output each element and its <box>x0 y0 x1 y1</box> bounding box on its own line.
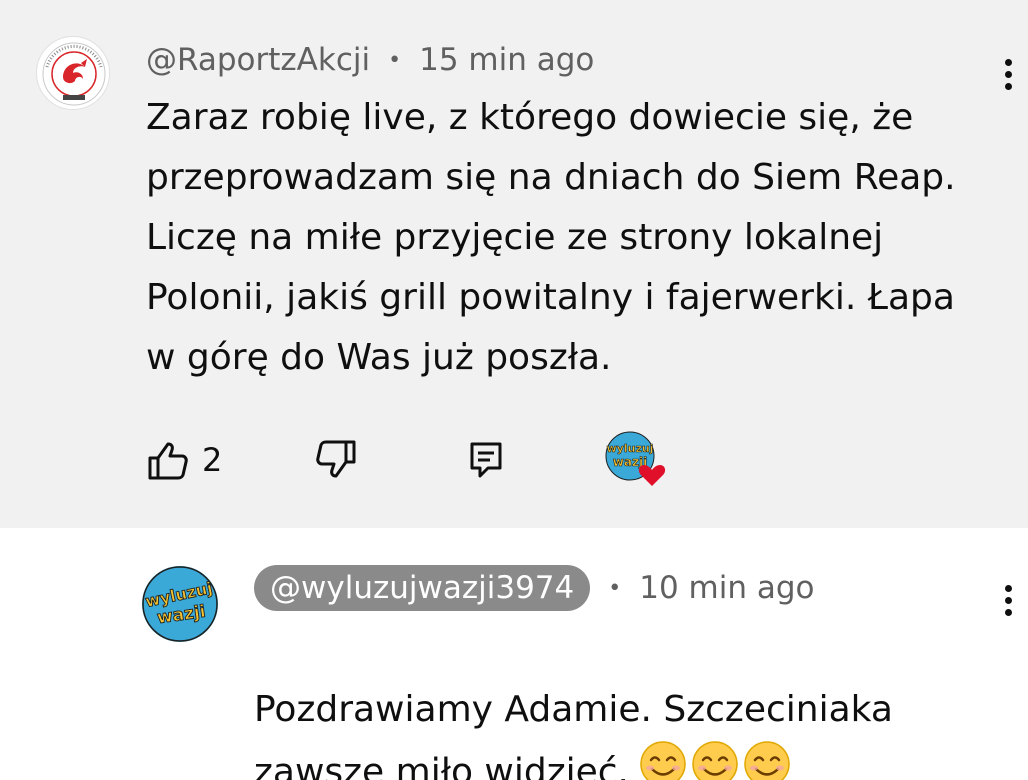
separator-dot: • <box>388 47 402 73</box>
like-count: 2 <box>202 441 223 479</box>
thumbs-down-icon <box>316 440 356 478</box>
smiling-face-emoji <box>743 740 791 780</box>
comment-action-bar: 2 wyluzuj wazji <box>146 430 746 490</box>
comment-text: Pozdrawiamy Adamie. Szczeciniaka zawsze … <box>254 689 893 780</box>
separator-dot: • <box>608 575 622 601</box>
thumbs-up-icon <box>148 442 188 480</box>
svg-text:wyluzuj: wyluzuj <box>607 442 654 455</box>
comment-header: @wyluzujwazji3974 • 10 min ago <box>254 564 814 612</box>
comment-timestamp: 10 min ago <box>639 570 815 606</box>
comment-timestamp: 15 min ago <box>419 42 595 78</box>
emoji-list <box>639 740 795 780</box>
comment-text-container: Pozdrawiamy Adamie. Szczeciniaka zawsze … <box>254 620 954 780</box>
dislike-button[interactable] <box>314 430 358 490</box>
reply-comment: wyluzuj wazji @wyluzujwazji3974 • 10 min… <box>0 528 1028 780</box>
avatar[interactable]: wyluzuj wazji <box>142 566 218 642</box>
wyluzuj-logo-icon: wyluzuj wazji <box>142 566 218 642</box>
author-handle[interactable]: @wyluzujwazji3974 <box>254 565 591 611</box>
reply-icon <box>470 442 502 478</box>
comment-text: Zaraz robię live, z którego dowiecie się… <box>146 97 956 378</box>
emoji-row <box>639 740 795 780</box>
raport-logo-icon <box>39 39 109 109</box>
more-vertical-icon[interactable] <box>996 50 1020 98</box>
more-vertical-icon[interactable] <box>996 576 1020 624</box>
comment-header: @RaportzAkcji • 15 min ago <box>146 38 594 82</box>
smiling-face-emoji <box>639 740 687 780</box>
creator-heart-icon: wyluzuj wazji <box>605 431 666 486</box>
avatar[interactable] <box>36 36 110 110</box>
comment-thread-main: @RaportzAkcji • 15 min ago Zaraz robię l… <box>0 0 1028 528</box>
reply-button[interactable] <box>468 430 504 490</box>
author-handle[interactable]: @RaportzAkcji <box>146 42 370 78</box>
smiling-face-emoji <box>691 740 739 780</box>
like-button[interactable]: 2 <box>146 430 222 490</box>
creator-heart-badge: wyluzuj wazji <box>604 430 670 490</box>
